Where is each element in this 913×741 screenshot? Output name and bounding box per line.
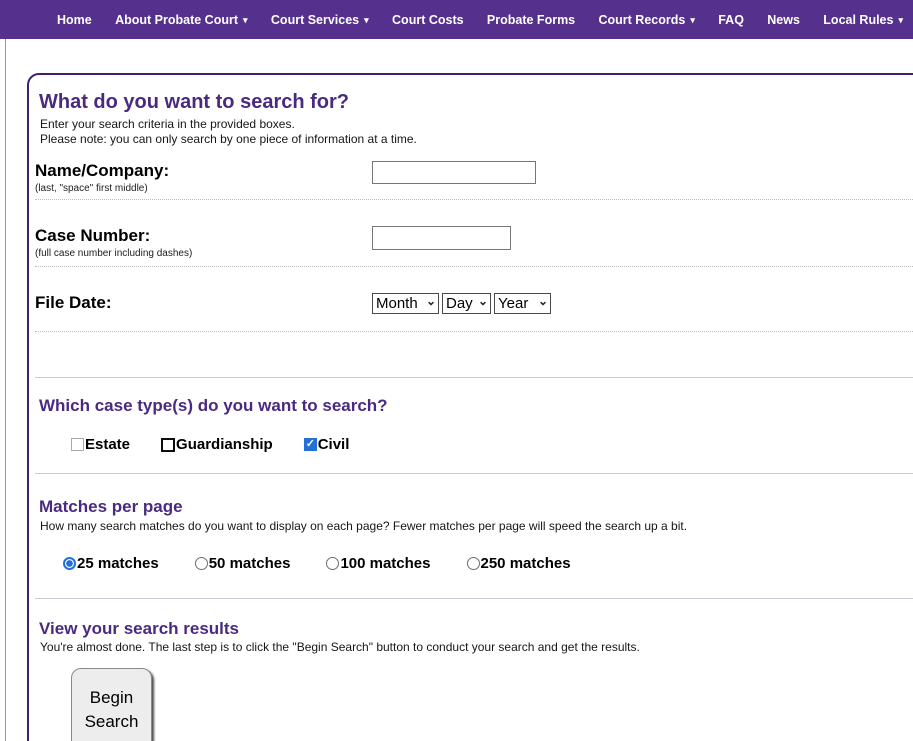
matches-description: How many search matches do you want to d… xyxy=(40,519,913,534)
section-title-results: View your search results xyxy=(39,619,913,638)
section-title-matches: Matches per page xyxy=(39,497,913,516)
section-divider xyxy=(35,377,913,378)
nav-item-news[interactable]: News xyxy=(767,13,800,27)
guardianship-checkbox[interactable] xyxy=(161,438,175,452)
search-criteria-section: What do you want to search for? Enter yo… xyxy=(35,91,913,378)
nav-item-court-services[interactable]: Court Services▾ xyxy=(271,13,369,27)
100-matches-radio[interactable] xyxy=(326,557,339,570)
name-company-hint: (last, "space" first middle) xyxy=(35,183,372,195)
case-number-label: Case Number: xyxy=(35,226,372,245)
file-date-month-select[interactable]: Month xyxy=(372,293,439,314)
file-date-year-select[interactable]: Year xyxy=(494,293,551,314)
file-date-row: File Date: Month ⌄ Day ⌄ Year xyxy=(35,267,913,332)
case-number-input[interactable] xyxy=(372,226,511,250)
name-company-row: Name/Company: (last, "space" first middl… xyxy=(35,153,913,200)
civil-checkbox[interactable] xyxy=(304,438,317,451)
nav-item-probate-forms[interactable]: Probate Forms xyxy=(487,13,575,27)
search-instructions-line1: Enter your search criteria in the provid… xyxy=(40,117,913,132)
results-description: You're almost done. The last step is to … xyxy=(40,640,913,655)
chevron-down-icon: ▾ xyxy=(898,16,903,25)
radio-50-matches[interactable]: 50 matches xyxy=(195,555,291,572)
name-company-input[interactable] xyxy=(372,161,536,184)
estate-checkbox[interactable] xyxy=(71,438,84,451)
page-left-border xyxy=(5,39,6,741)
search-results-section: View your search results You're almost d… xyxy=(35,619,913,741)
section-divider xyxy=(35,473,913,474)
search-form-panel: What do you want to search for? Enter yo… xyxy=(27,73,913,741)
nav-item-court-records[interactable]: Court Records▾ xyxy=(599,13,695,27)
250-matches-radio[interactable] xyxy=(467,557,480,570)
nav-item-local-rules[interactable]: Local Rules▾ xyxy=(823,13,903,27)
radio-25-matches[interactable]: 25 matches xyxy=(63,555,159,572)
50-matches-radio[interactable] xyxy=(195,557,208,570)
case-number-hint: (full case number including dashes) xyxy=(35,248,372,260)
matches-per-page-section: Matches per page How many search matches… xyxy=(35,497,913,599)
nav-item-court-costs[interactable]: Court Costs xyxy=(392,13,464,27)
case-number-row: Case Number: (full case number including… xyxy=(35,200,913,267)
file-date-label: File Date: xyxy=(35,293,372,312)
checkbox-civil[interactable]: Civil xyxy=(304,436,350,453)
search-instructions-line2: Please note: you can only search by one … xyxy=(40,132,913,147)
top-navigation: Home About Probate Court▾ Court Services… xyxy=(0,0,913,39)
section-title-case-types: Which case type(s) do you want to search… xyxy=(39,396,913,415)
nav-item-faq[interactable]: FAQ xyxy=(718,13,744,27)
case-type-options: Estate Guardianship Civil xyxy=(71,436,913,453)
nav-item-home[interactable]: Home xyxy=(57,13,92,27)
section-title-search-for: What do you want to search for? xyxy=(39,91,913,113)
25-matches-radio[interactable] xyxy=(63,557,76,570)
file-date-day-select[interactable]: Day xyxy=(442,293,491,314)
section-divider xyxy=(35,598,913,599)
begin-search-button[interactable]: Begin Search xyxy=(71,668,152,741)
matches-options: 25 matches 50 matches 100 matches 250 ma… xyxy=(63,555,913,572)
checkbox-guardianship[interactable]: Guardianship xyxy=(161,436,273,453)
nav-item-about-probate-court[interactable]: About Probate Court▾ xyxy=(115,13,247,27)
chevron-down-icon: ▾ xyxy=(243,16,248,25)
checkbox-estate[interactable]: Estate xyxy=(71,436,130,453)
radio-100-matches[interactable]: 100 matches xyxy=(326,555,430,572)
case-type-section: Which case type(s) do you want to search… xyxy=(35,396,913,474)
radio-250-matches[interactable]: 250 matches xyxy=(467,555,571,572)
chevron-down-icon: ▾ xyxy=(364,16,369,25)
name-company-label: Name/Company: xyxy=(35,161,372,180)
chevron-down-icon: ▾ xyxy=(690,16,695,25)
